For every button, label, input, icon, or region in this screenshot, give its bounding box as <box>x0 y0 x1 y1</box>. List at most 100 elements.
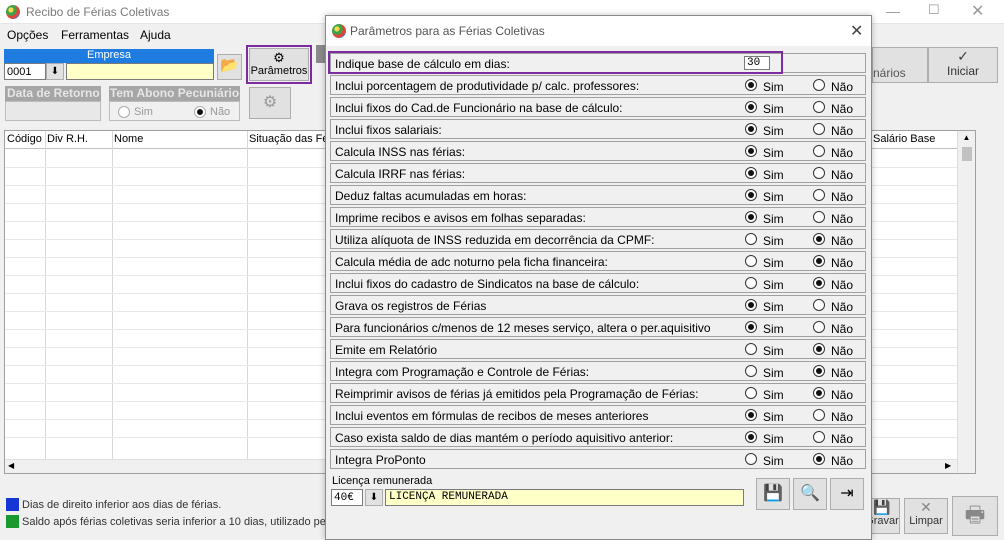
limpar-label: Limpar <box>909 515 943 527</box>
data-retorno-field[interactable] <box>5 101 101 121</box>
option-sim-radio[interactable] <box>745 277 757 289</box>
option-sim-radio[interactable] <box>745 453 757 465</box>
option-sim-radio[interactable] <box>745 145 757 157</box>
close-icon[interactable]: ✕ <box>971 1 984 21</box>
option-nao-radio[interactable] <box>813 101 825 113</box>
option-nao-radio[interactable] <box>813 233 825 245</box>
dialog-exit-icon[interactable]: ⇥ <box>830 478 864 510</box>
option-nao-radio[interactable] <box>813 431 825 443</box>
maximize-icon[interactable]: ☐ <box>928 2 940 18</box>
option-sim-radio[interactable] <box>745 321 757 333</box>
option-nao-label: Não <box>831 366 854 380</box>
option-nao-radio[interactable] <box>813 255 825 267</box>
option-sim-label: Sim <box>763 102 784 116</box>
option-row: Grava os registros de Férias Sim Não <box>330 295 866 315</box>
abono-nao-radio[interactable] <box>194 106 206 118</box>
minimize-icon[interactable]: — <box>886 3 900 19</box>
option-sim-radio[interactable] <box>745 409 757 421</box>
option-sim-label: Sim <box>763 344 784 358</box>
option-sim-label: Sim <box>763 366 784 380</box>
abono-sim-radio[interactable] <box>118 106 130 118</box>
table-scrollbar-vertical[interactable]: ▲ <box>957 131 975 473</box>
option-label: Utiliza alíquota de INSS reduzida em dec… <box>335 233 655 247</box>
option-sim-radio[interactable] <box>745 167 757 179</box>
option-sim-radio[interactable] <box>745 343 757 355</box>
funcionarios-button[interactable]: nários <box>872 47 928 83</box>
licenca-code-field[interactable]: 40€ <box>331 489 363 506</box>
option-row: Calcula INSS nas férias: Sim Não <box>330 141 866 161</box>
dialog-close-icon[interactable]: ✕ <box>850 21 863 41</box>
col-div-rh[interactable]: Div R.H. <box>47 133 88 145</box>
legend-blue-square <box>6 498 19 511</box>
scroll-up-icon[interactable]: ▲ <box>958 133 975 142</box>
col-nome[interactable]: Nome <box>114 133 143 145</box>
parametros-button[interactable]: ⚙ Parâmetros <box>249 48 309 81</box>
option-nao-label: Não <box>831 212 854 226</box>
option-row: Inclui eventos em fórmulas de recibos de… <box>330 405 866 425</box>
option-sim-radio[interactable] <box>745 123 757 135</box>
empresa-code-field[interactable]: 0001 <box>4 63 46 80</box>
option-nao-label: Não <box>831 410 854 424</box>
scroll-right-icon[interactable]: ▶ <box>945 461 951 470</box>
empresa-dropdown-icon[interactable]: ⬇ <box>46 63 64 80</box>
iniciar-button[interactable]: ✓ Iniciar <box>928 47 998 83</box>
option-label: Inclui fixos do Cad.de Funcionário na ba… <box>335 101 623 115</box>
clear-x-icon: ✕ <box>920 499 932 515</box>
scroll-left-icon[interactable]: ◀ <box>8 461 14 470</box>
limpar-button[interactable]: ✕ Limpar <box>904 498 948 534</box>
col-situacao[interactable]: Situação das Fé <box>249 133 329 145</box>
option-sim-label: Sim <box>763 124 784 138</box>
option-nao-radio[interactable] <box>813 79 825 91</box>
parametros-dialog: Parâmetros para as Férias Coletivas ✕ In… <box>325 15 872 540</box>
licenca-desc-field[interactable]: LICENÇA REMUNERADA <box>385 489 744 506</box>
dialog-title: Parâmetros para as Férias Coletivas <box>350 24 545 38</box>
option-sim-radio[interactable] <box>745 101 757 113</box>
option-sim-label: Sim <box>763 146 784 160</box>
menu-ajuda[interactable]: Ajuda <box>140 28 171 42</box>
option-sim-radio[interactable] <box>745 79 757 91</box>
option-nao-radio[interactable] <box>813 189 825 201</box>
option-nao-radio[interactable] <box>813 365 825 377</box>
option-label: Calcula IRRF nas férias: <box>335 167 466 181</box>
licenca-dropdown-icon[interactable]: ⬇ <box>365 489 383 506</box>
option-sim-radio[interactable] <box>745 365 757 377</box>
option-label: Inclui porcentagem de produtividade p/ c… <box>335 79 640 93</box>
option-nao-radio[interactable] <box>813 453 825 465</box>
option-nao-radio[interactable] <box>813 387 825 399</box>
menu-ferramentas[interactable]: Ferramentas <box>61 28 129 42</box>
col-codigo[interactable]: Código <box>7 133 42 145</box>
option-sim-radio[interactable] <box>745 255 757 267</box>
calc-icon[interactable]: ⚙ <box>249 87 291 119</box>
option-nao-radio[interactable] <box>813 299 825 311</box>
menu-opcoes[interactable]: Opções <box>7 28 48 42</box>
dialog-save-icon[interactable]: 💾 <box>756 478 790 510</box>
option-nao-radio[interactable] <box>813 321 825 333</box>
option-nao-label: Não <box>831 344 854 358</box>
open-folder-icon[interactable]: 📂 <box>217 54 242 80</box>
option-sim-radio[interactable] <box>745 189 757 201</box>
iniciar-label: Iniciar <box>946 64 979 78</box>
col-salario-base[interactable]: Salário Base <box>873 133 935 145</box>
option-nao-radio[interactable] <box>813 123 825 135</box>
option-nao-radio[interactable] <box>813 343 825 355</box>
option-sim-radio[interactable] <box>745 387 757 399</box>
empresa-name-field[interactable] <box>66 63 214 80</box>
print-icon[interactable]: 🖶 <box>952 496 998 536</box>
option-label: Calcula média de adc noturno pela ficha … <box>335 255 608 269</box>
option-nao-radio[interactable] <box>813 409 825 421</box>
option-nao-radio[interactable] <box>813 211 825 223</box>
option-nao-label: Não <box>831 190 854 204</box>
option-nao-radio[interactable] <box>813 145 825 157</box>
option-sim-label: Sim <box>763 190 784 204</box>
option-sim-radio[interactable] <box>745 211 757 223</box>
option-nao-radio[interactable] <box>813 277 825 289</box>
scroll-thumb[interactable] <box>962 147 972 161</box>
option-row: Inclui fixos salariais: Sim Não <box>330 119 866 139</box>
option-sim-radio[interactable] <box>745 233 757 245</box>
option-row: Reimprimir avisos de férias já emitidos … <box>330 383 866 403</box>
option-sim-radio[interactable] <box>745 299 757 311</box>
option-sim-radio[interactable] <box>745 431 757 443</box>
option-sim-label: Sim <box>763 388 784 402</box>
dialog-search-icon[interactable]: 🔍 <box>793 478 827 510</box>
option-nao-radio[interactable] <box>813 167 825 179</box>
